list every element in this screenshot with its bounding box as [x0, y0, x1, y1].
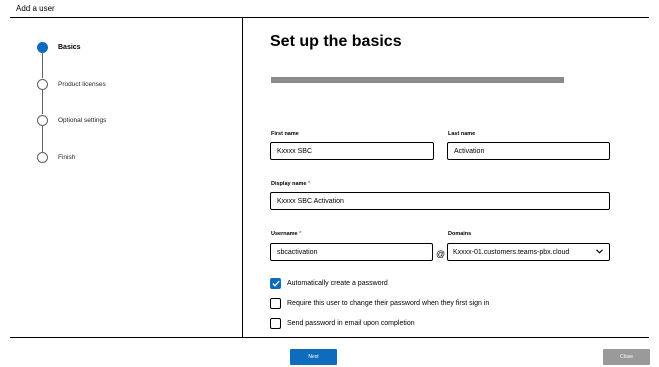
- first-name-label: First name: [271, 131, 299, 137]
- step-finish[interactable]: Finish: [37, 152, 75, 163]
- step-label: Product licenses: [58, 81, 106, 88]
- step-inactive-icon: [37, 79, 48, 90]
- close-button[interactable]: Close: [603, 349, 650, 365]
- step-connector: [42, 126, 43, 152]
- header-divider: [10, 17, 649, 18]
- step-connector: [42, 53, 43, 78]
- footer-divider: [10, 337, 649, 338]
- display-name-label: Display name *: [271, 181, 310, 187]
- auto-password-option[interactable]: Automatically create a password: [270, 278, 388, 289]
- step-connector: [42, 89, 43, 114]
- domains-selected: Kxxxx-01.customers.teams-pbx.cloud: [453, 248, 570, 256]
- display-name-field[interactable]: Kxxxx SBC Activation: [270, 192, 610, 210]
- require-change-checkbox[interactable]: [270, 298, 281, 309]
- username-label: Username *: [271, 231, 301, 237]
- username-field[interactable]: sbcactivation: [270, 243, 433, 261]
- step-inactive-icon: [37, 115, 48, 126]
- display-name-label-text: Display name: [271, 181, 307, 187]
- domains-label: Domains: [448, 231, 472, 237]
- last-name-label: Last name: [448, 131, 476, 137]
- require-change-option[interactable]: Require this user to change their passwo…: [270, 298, 489, 309]
- step-inactive-icon: [37, 152, 48, 163]
- step-label: Basics: [58, 44, 81, 51]
- step-label: Finish: [58, 154, 76, 161]
- required-marker: *: [308, 181, 311, 187]
- checkbox-label: Automatically create a password: [287, 280, 388, 287]
- step-product-licenses[interactable]: Product licenses: [37, 79, 106, 90]
- domains-dropdown[interactable]: Kxxxx-01.customers.teams-pbx.cloud: [447, 243, 610, 261]
- next-button[interactable]: Next: [290, 349, 337, 365]
- send-email-checkbox[interactable]: [270, 318, 281, 329]
- redacted-bar: [271, 77, 564, 83]
- first-name-field[interactable]: Kxxxx SBC: [270, 142, 434, 160]
- checkbox-label: Send password in email upon completion: [287, 320, 415, 327]
- checkmark-icon: [271, 280, 280, 287]
- sidebar-divider: [242, 17, 243, 337]
- step-optional-settings[interactable]: Optional settings: [37, 115, 106, 126]
- auto-password-checkbox[interactable]: [270, 278, 281, 289]
- required-marker: *: [299, 231, 302, 237]
- window-title: Add a user: [16, 4, 55, 13]
- last-name-field[interactable]: Activation: [447, 142, 610, 160]
- step-active-icon: [37, 42, 48, 53]
- step-label: Optional settings: [58, 117, 107, 124]
- checkbox-label: Require this user to change their passwo…: [287, 300, 490, 307]
- chevron-down-icon: [596, 248, 603, 256]
- page-title: Set up the basics: [270, 33, 402, 50]
- step-basics[interactable]: Basics: [37, 42, 81, 53]
- send-email-option[interactable]: Send password in email upon completion: [270, 318, 415, 329]
- username-label-text: Username: [271, 231, 298, 237]
- at-sign: @: [436, 249, 446, 259]
